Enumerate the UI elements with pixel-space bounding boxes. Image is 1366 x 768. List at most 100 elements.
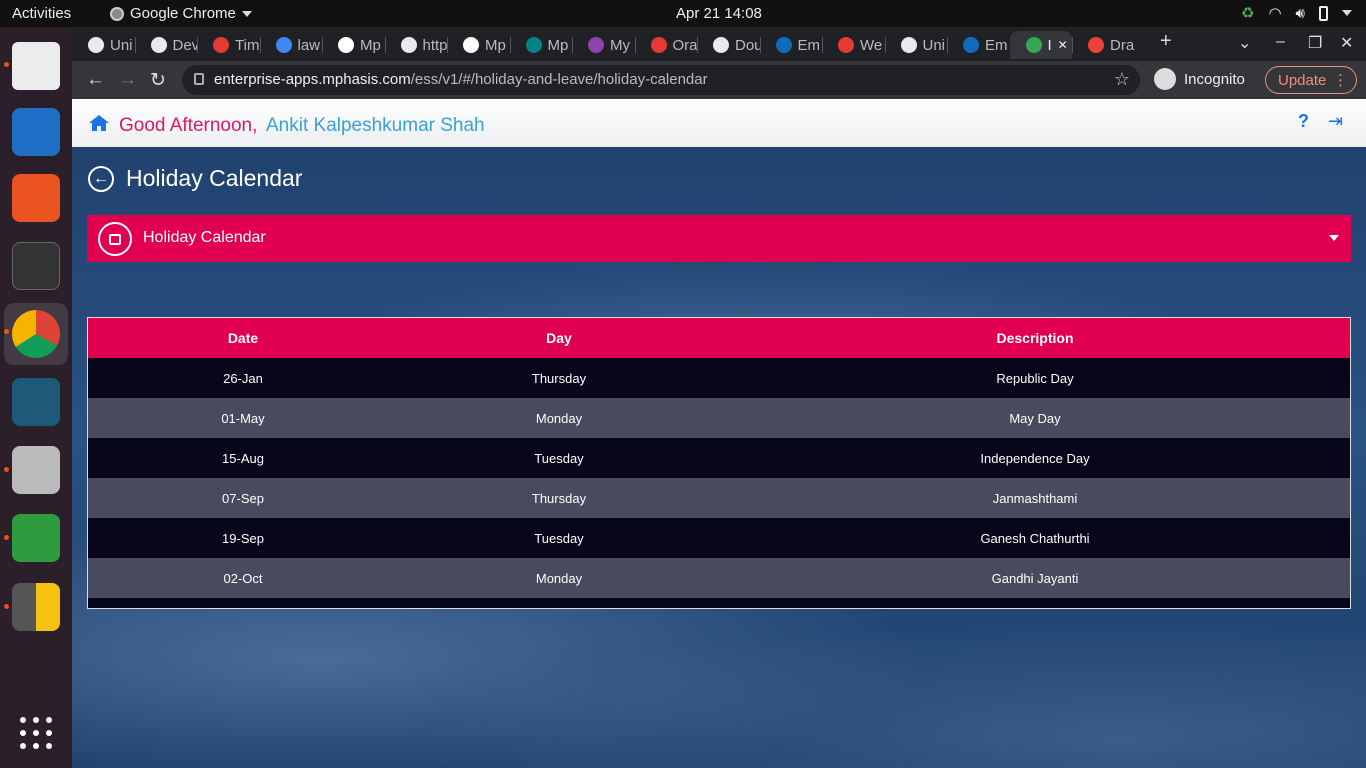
browser-tab[interactable]: law [260,31,323,59]
volume-icon[interactable]: 🔊︎ [1296,5,1305,22]
terminal-icon[interactable] [12,242,60,290]
lock-icon[interactable] [194,73,204,85]
browser-tab[interactable]: Uni [72,31,135,59]
tab-label: My [610,36,630,54]
cell-description: Janmashthami [992,490,1078,506]
incognito-indicator[interactable]: Incognito [1154,68,1245,90]
holiday-calendar-accordion[interactable]: Holiday Calendar [87,215,1351,262]
app-menu-label: Google Chrome [130,5,236,22]
tab-label: Mp [485,36,506,54]
browser-tab[interactable]: We [822,31,885,59]
outlook-icon [775,37,792,53]
chevron-down-icon[interactable] [1329,235,1339,241]
cell-day: Tuesday [534,450,584,466]
files-icon[interactable] [12,42,60,90]
browser-tab[interactable]: Mp [447,31,510,59]
chevron-down-icon [241,10,252,17]
help-icon[interactable]: ? [1298,111,1309,132]
mphasis-icon [588,37,604,53]
activities-button[interactable]: Activities [12,5,71,22]
chrome-icon[interactable] [12,310,60,358]
battery-icon[interactable] [1319,5,1328,21]
mysql-workbench-icon[interactable] [12,378,60,426]
reload-icon[interactable]: ↻ [150,69,166,92]
minimize-icon[interactable]: – [1276,33,1285,51]
chevron-down-icon[interactable] [1342,10,1352,16]
column-header-date[interactable]: Date [88,318,398,358]
new-tab-icon[interactable]: + [1160,30,1172,53]
browser-tab[interactable]: http [385,31,447,59]
running-indicator [4,535,9,540]
column-header-description[interactable]: Description [720,318,1350,358]
running-indicator [4,467,9,472]
globe-icon [900,37,917,53]
tab-label: Dou [735,36,760,54]
browser-tab[interactable]: Em [947,31,1010,59]
browser-tab[interactable]: Uni [885,31,948,59]
table-row: 02-Oct Monday Gandhi Jayanti [88,558,1350,598]
table-row: 01-May Monday May Day [88,398,1350,438]
browser-tab[interactable]: Mp [510,31,573,59]
tab-label: Mp [360,36,381,54]
browser-tab[interactable]: Mp [322,31,385,59]
close-window-icon[interactable]: ✕ [1340,33,1353,53]
table-row: 07-Sep Thursday Janmashthami [88,478,1350,518]
more-menu-icon[interactable]: ⋮ [1333,71,1348,89]
calendar-icon [98,222,132,256]
cell-day: Thursday [531,370,587,386]
cell-description: May Day [1009,410,1061,426]
browser-tab[interactable]: I ✕ [1009,31,1072,59]
oracle-icon [838,37,854,53]
image-viewer-icon[interactable] [12,446,60,494]
browser-tab[interactable]: Dra [1072,31,1135,59]
system-tray[interactable]: ♻ ◠ 🔊︎ [1241,4,1352,22]
tab-strip: ⌄ – ❐ ✕ + Uni Dev Tim law Mp http Mp Mp My Ora Dou… [72,27,1366,61]
home-icon[interactable] [88,114,110,132]
close-tab-icon[interactable]: ✕ [1058,38,1068,52]
cell-day: Tuesday [534,530,584,546]
tab-label: We [860,36,883,54]
browser-tab[interactable]: Ora [635,31,698,59]
back-arrow-icon[interactable]: ← [88,165,114,192]
greeting-text: Good Afternoon, [119,115,258,136]
forward-icon[interactable]: → [118,69,137,91]
clock[interactable]: Apr 21 14:08 [676,5,762,22]
bookmark-star-icon[interactable]: ☆ [1114,69,1130,90]
software-center-icon[interactable] [12,174,60,222]
update-label: Update [1278,72,1327,89]
recycle-icon[interactable]: ♻ [1241,4,1254,22]
tab-label: law [297,36,321,54]
table-row: 15-Aug Tuesday Independence Day [88,438,1350,478]
calculator-icon[interactable] [12,583,60,631]
cell-date: 02-Oct [223,570,263,586]
browser-tab[interactable]: Em [760,31,823,59]
calc-spreadsheet-icon[interactable] [12,514,60,562]
incognito-label: Incognito [1184,70,1245,88]
accordion-label: Holiday Calendar [143,229,266,246]
outlook-icon [963,37,979,53]
system-top-bar: Activities Google Chrome Apr 21 14:08 ♻ … [0,0,1366,27]
restore-icon[interactable]: ❐ [1308,33,1322,53]
browser-tab[interactable]: Tim [197,31,260,59]
browser-tab[interactable]: Dou [697,31,760,59]
column-header-day[interactable]: Day [398,318,720,358]
logout-icon[interactable]: ⇥ [1328,111,1343,132]
holiday-table: Date Day Description 26-Jan Thursday Rep… [87,317,1351,609]
update-button[interactable]: Update ⋮ [1265,66,1357,94]
tab-label: I [1047,36,1052,54]
oracle-icon [213,37,229,53]
back-icon[interactable]: ← [86,69,105,91]
tab-label: Ora [672,36,698,54]
a-icon [338,37,354,53]
show-applications-icon[interactable] [20,717,52,749]
address-bar[interactable]: enterprise-apps.mphasis.com/ess/v1/#/hol… [182,65,1140,95]
writer-icon[interactable] [12,108,60,156]
cell-date: 07-Sep [222,490,264,506]
url-path: /ess/v1/#/holiday-and-leave/holiday-cale… [410,71,708,88]
app-menu[interactable]: Google Chrome [110,5,252,22]
browser-tab[interactable]: My [572,31,635,59]
wifi-icon[interactable]: ◠ [1268,4,1281,22]
browser-tab[interactable]: Dev [135,31,197,59]
tab-search-icon[interactable]: ⌄ [1238,33,1251,53]
table-row: 26-Jan Thursday Republic Day [88,358,1350,398]
